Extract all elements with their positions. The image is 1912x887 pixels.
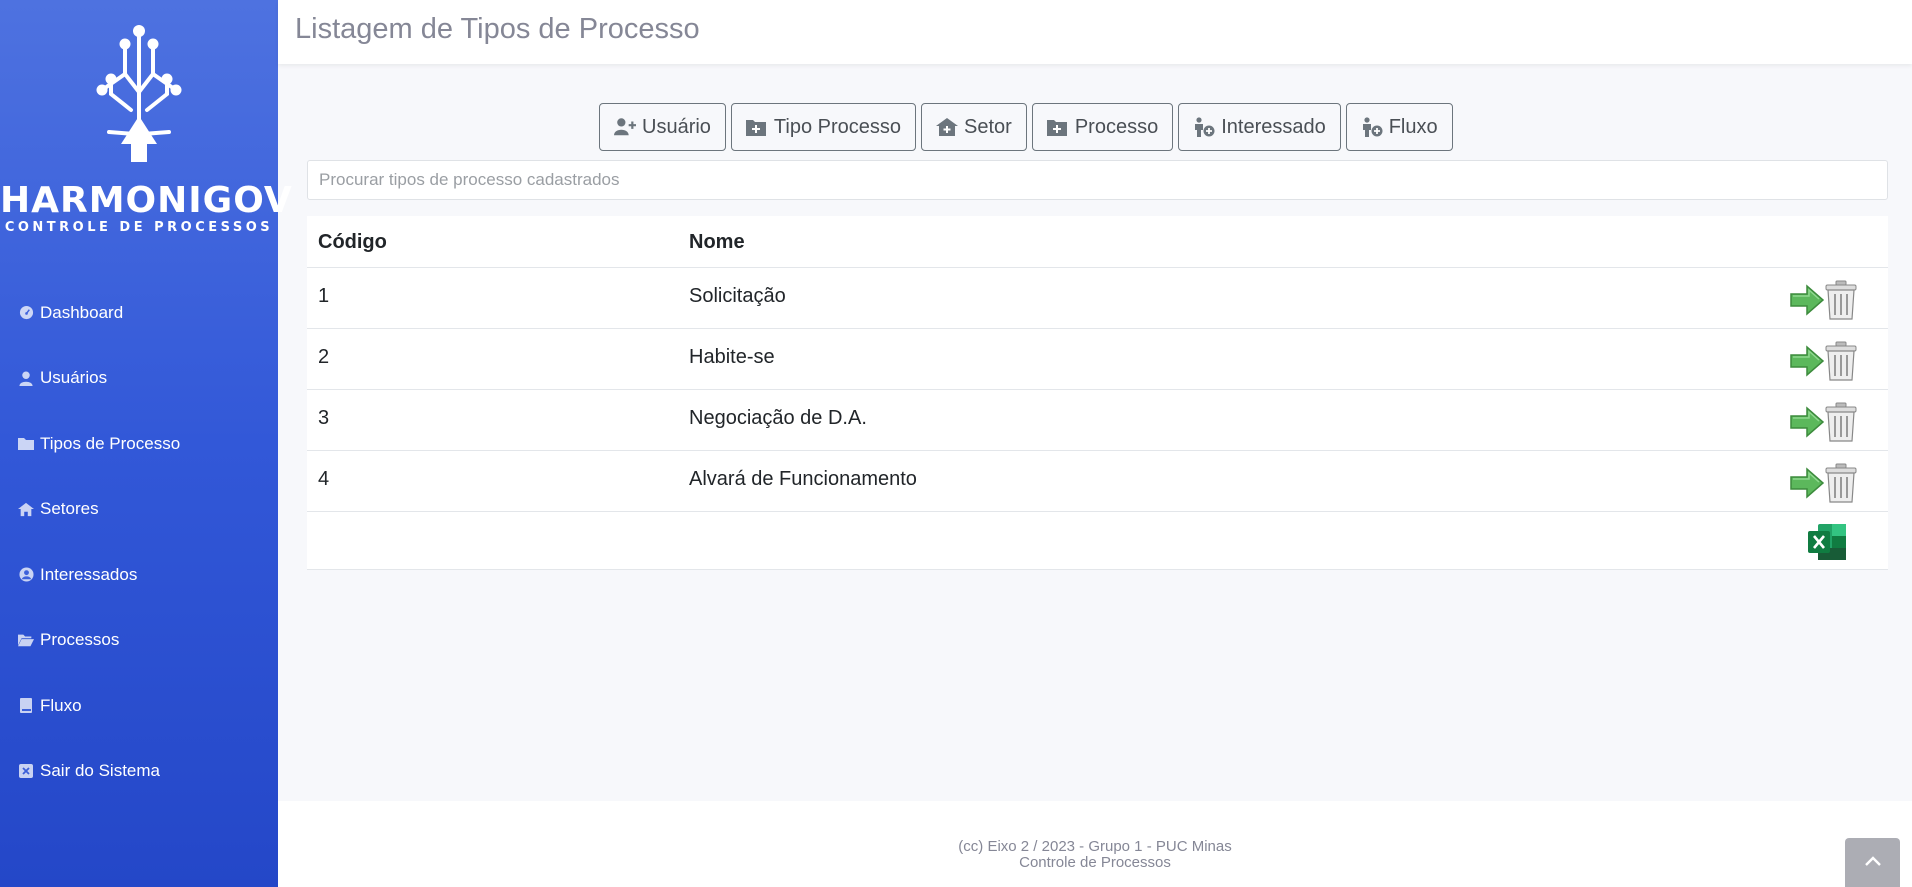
row-actions bbox=[1790, 463, 1858, 509]
table-footer-row bbox=[307, 512, 1888, 570]
chevron-up-icon bbox=[1864, 854, 1882, 872]
footer-app-name: Controle de Processos bbox=[1019, 854, 1171, 871]
cell-nome: Negociação de D.A. bbox=[689, 407, 867, 429]
search-input[interactable] bbox=[307, 160, 1888, 200]
close-box-icon bbox=[18, 763, 34, 779]
row-actions bbox=[1790, 402, 1858, 448]
brand-title: HARMONIGOV bbox=[0, 180, 293, 221]
button-label: Tipo Processo bbox=[773, 115, 902, 138]
folder-icon bbox=[18, 436, 34, 452]
house-plus-icon bbox=[936, 117, 959, 137]
arrow-right-icon[interactable] bbox=[1790, 405, 1825, 445]
cell-nome: Solicitação bbox=[689, 285, 786, 307]
sidebar-item-interessados[interactable]: Interessados bbox=[0, 542, 278, 608]
table-header-row: Código Nome bbox=[307, 216, 1888, 268]
row-actions bbox=[1790, 341, 1858, 387]
trash-icon[interactable] bbox=[1824, 280, 1858, 326]
sidebar-item-dashboard[interactable]: Dashboard bbox=[0, 280, 278, 346]
home-icon bbox=[18, 501, 34, 517]
arrow-right-icon[interactable] bbox=[1790, 466, 1825, 506]
add-interessado-button[interactable]: Interessado bbox=[1178, 103, 1341, 151]
button-label: Setor bbox=[964, 115, 1012, 138]
page-footer: (cc) Eixo 2 / 2023 - Grupo 1 - PUC Minas… bbox=[278, 801, 1912, 887]
trash-icon[interactable] bbox=[1824, 402, 1858, 448]
row-actions bbox=[1790, 280, 1858, 326]
sidebar-item-tipos-de-processo[interactable]: Tipos de Processo bbox=[0, 411, 278, 477]
folder-plus-icon bbox=[745, 117, 768, 137]
user-circle-icon bbox=[18, 567, 34, 583]
trash-icon[interactable] bbox=[1824, 341, 1858, 387]
cell-codigo: 1 bbox=[318, 285, 330, 307]
sidebar-item-processos[interactable]: Processos bbox=[0, 608, 278, 674]
trash-icon[interactable] bbox=[1824, 463, 1858, 509]
button-label: Usuário bbox=[642, 115, 711, 138]
arrow-right-icon[interactable] bbox=[1790, 344, 1825, 384]
arrow-right-icon[interactable] bbox=[1790, 283, 1825, 323]
sidebar-item-label: Processos bbox=[40, 630, 120, 650]
button-label: Processo bbox=[1074, 115, 1159, 138]
table-row: 3 Negociação de D.A. bbox=[307, 390, 1888, 451]
sidebar-item-label: Dashboard bbox=[40, 302, 124, 322]
sidebar-item-sair[interactable]: Sair do Sistema bbox=[0, 739, 278, 805]
toolbar: Usuário Tipo Processo Setor Processo Int… bbox=[599, 103, 1453, 151]
user-icon bbox=[18, 370, 34, 386]
folder-open-icon bbox=[18, 632, 34, 648]
user-plus-icon bbox=[614, 117, 636, 137]
sidebar-item-usuarios[interactable]: Usuários bbox=[0, 346, 278, 412]
sidebar-nav: Dashboard Usuários Tipos de Processo Set… bbox=[0, 280, 278, 804]
button-label: Interessado bbox=[1221, 115, 1326, 138]
sidebar-item-label: Fluxo bbox=[40, 695, 82, 715]
person-plus-icon bbox=[1361, 117, 1383, 137]
table-row: 4 Alvará de Funcionamento bbox=[307, 451, 1888, 512]
dashboard-icon bbox=[18, 305, 34, 321]
cell-codigo: 4 bbox=[318, 468, 330, 490]
add-setor-button[interactable]: Setor bbox=[921, 103, 1027, 151]
sidebar-item-fluxo[interactable]: Fluxo bbox=[0, 673, 278, 739]
circuit-tree-icon bbox=[96, 25, 182, 162]
cell-codigo: 3 bbox=[318, 407, 330, 429]
scroll-to-top-button[interactable] bbox=[1845, 838, 1900, 887]
brand-subtitle: CONTROLE DE PROCESSOS bbox=[4, 220, 274, 235]
page-header: Listagem de Tipos de Processo bbox=[278, 0, 1912, 64]
add-processo-button[interactable]: Processo bbox=[1031, 103, 1174, 151]
brand-logo[interactable]: HARMONIGOV CONTROLE DE PROCESSOS bbox=[0, 22, 293, 236]
sidebar-item-label: Sair do Sistema bbox=[40, 761, 160, 781]
page-title: Listagem de Tipos de Processo bbox=[295, 13, 700, 45]
excel-export-icon[interactable] bbox=[1806, 522, 1848, 568]
table-row: 1 Solicitação bbox=[307, 268, 1888, 329]
column-header-nome: Nome bbox=[689, 231, 745, 253]
sidebar: HARMONIGOV CONTROLE DE PROCESSOS Dashboa… bbox=[0, 0, 293, 887]
folder-plus-icon bbox=[1046, 117, 1069, 137]
sidebar-item-label: Setores bbox=[40, 499, 99, 519]
add-tipo-processo-button[interactable]: Tipo Processo bbox=[730, 103, 917, 151]
person-plus-icon bbox=[1193, 117, 1215, 137]
cell-nome: Habite-se bbox=[689, 346, 775, 368]
cell-codigo: 2 bbox=[318, 346, 330, 368]
sidebar-item-label: Usuários bbox=[40, 368, 108, 388]
sidebar-item-label: Tipos de Processo bbox=[40, 433, 181, 453]
sidebar-item-setores[interactable]: Setores bbox=[0, 477, 278, 543]
tipos-processo-table: Código Nome 1 Solicitação 2 Habite-se 3 bbox=[307, 216, 1888, 570]
book-icon bbox=[18, 698, 34, 714]
column-header-codigo: Código bbox=[318, 231, 387, 253]
add-usuario-button[interactable]: Usuário bbox=[599, 103, 726, 151]
footer-copyright: (cc) Eixo 2 / 2023 - Grupo 1 - PUC Minas bbox=[958, 838, 1232, 855]
button-label: Fluxo bbox=[1388, 115, 1438, 138]
table-row: 2 Habite-se bbox=[307, 329, 1888, 390]
cell-nome: Alvará de Funcionamento bbox=[689, 468, 917, 490]
add-fluxo-button[interactable]: Fluxo bbox=[1345, 103, 1453, 151]
sidebar-item-label: Interessados bbox=[40, 564, 138, 584]
